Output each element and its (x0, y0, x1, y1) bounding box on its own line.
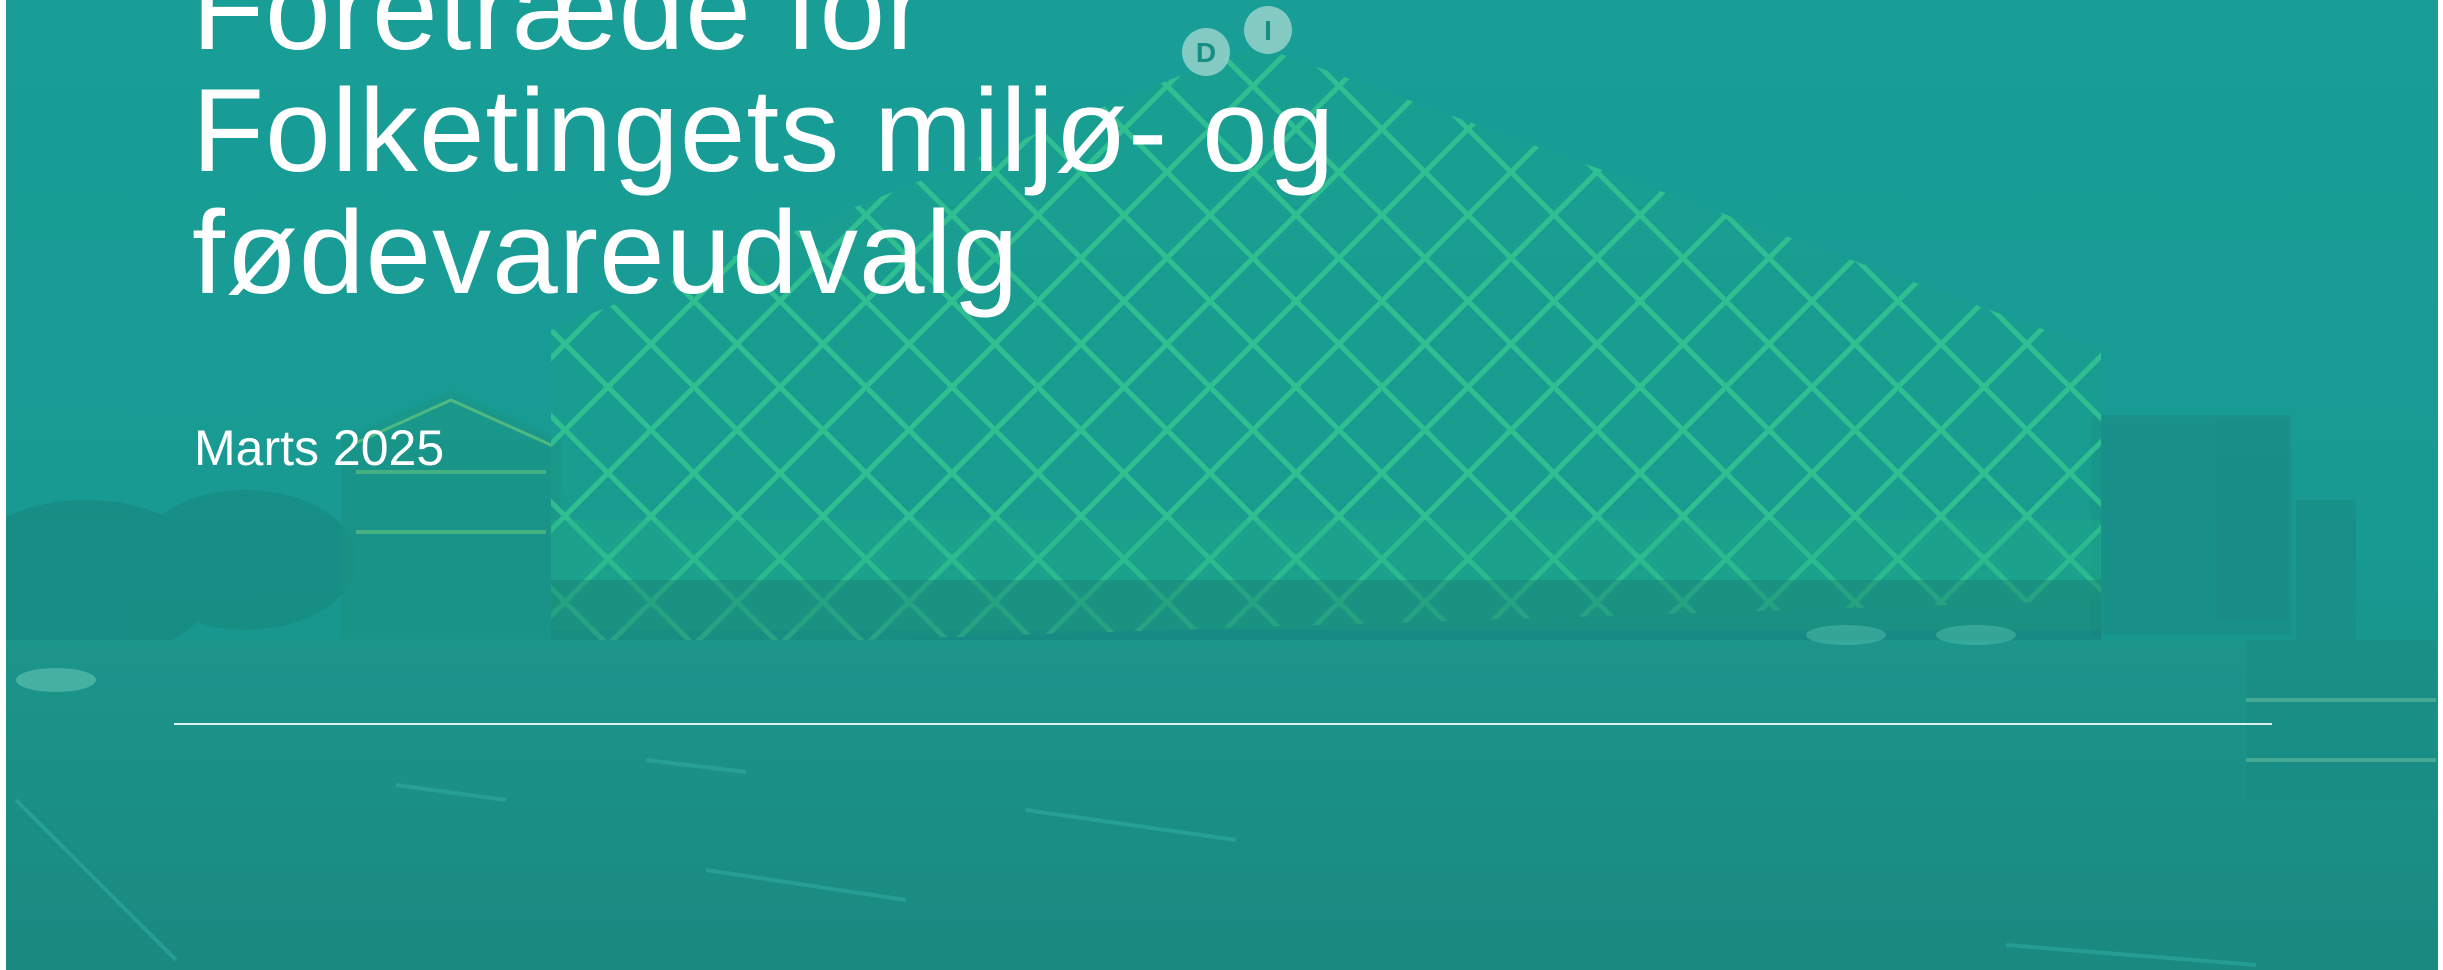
title-line-1: Foretræde for (192, 0, 927, 75)
slide-title: Foretræde for Folketingets miljø- og fød… (192, 0, 1492, 314)
title-slide: D I Foretræde for Folketingets miljø- og… (6, 0, 2438, 970)
slide-date: Marts 2025 (194, 420, 445, 476)
divider-line (174, 723, 2272, 725)
title-line-2: Folketingets miljø- og (192, 65, 1336, 197)
title-line-3: fødevareudvalg (192, 187, 1020, 319)
